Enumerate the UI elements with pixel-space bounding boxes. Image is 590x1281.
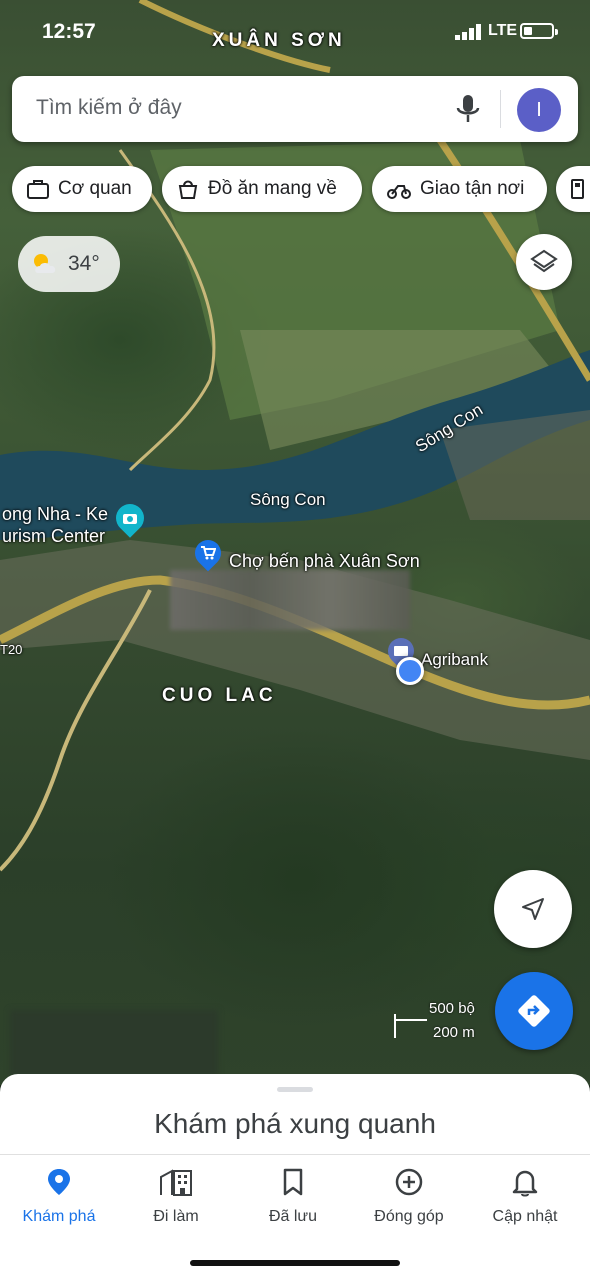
weather-temp: 34° <box>68 252 100 275</box>
nav-label: Đóng góp <box>374 1208 444 1225</box>
layers-button[interactable] <box>516 234 572 290</box>
map-label-market[interactable]: Chợ bến phà Xuân Sơn <box>229 551 420 572</box>
blurred-logo-area <box>10 1010 218 1076</box>
bookmark-icon <box>283 1168 303 1196</box>
chip-label: Giao tận nơi <box>420 178 525 199</box>
nav-da-luu[interactable]: Đã lưu <box>234 1167 352 1226</box>
status-time: 12:57 <box>42 20 96 43</box>
status-bar: 12:57 LTE <box>0 18 590 48</box>
scale-bar <box>394 1014 427 1038</box>
delivery-icon <box>387 185 411 199</box>
explore-pin-icon <box>48 1169 70 1195</box>
chip-co-quan[interactable]: Cơ quan <box>12 166 152 212</box>
map-label-tourism[interactable]: ong Nha - Ke <box>2 504 108 525</box>
nav-dong-gop[interactable]: Đóng góp <box>350 1167 468 1226</box>
chip-do-an-mang-ve[interactable]: Đồ ăn mang về <box>162 166 362 212</box>
scale-top-label: 500 bộ <box>429 1000 475 1017</box>
microphone-icon[interactable] <box>453 93 483 125</box>
nav-cap-nhat[interactable]: Cập nhật <box>466 1167 584 1226</box>
map-scale: 500 bộ 200 m <box>393 1000 483 1044</box>
map-label-road: T20 <box>0 642 23 657</box>
avatar[interactable]: I <box>517 88 561 132</box>
divider <box>500 90 501 128</box>
signal-icon <box>455 24 481 40</box>
chip-label: Cơ quan <box>58 178 132 199</box>
chip-label: Đồ ăn mang về <box>208 178 337 199</box>
layers-icon <box>530 249 558 273</box>
add-circle-icon <box>395 1168 423 1196</box>
nav-label: Đã lưu <box>268 1208 318 1225</box>
battery-icon <box>520 23 558 39</box>
search-bar[interactable]: Tìm kiếm ở đây I <box>12 76 578 142</box>
scale-bottom-label: 200 m <box>433 1024 475 1041</box>
directions-button[interactable] <box>495 972 573 1050</box>
sheet-handle[interactable] <box>277 1087 313 1092</box>
partly-cloudy-icon <box>34 254 56 273</box>
briefcase-icon <box>27 180 49 199</box>
bell-icon <box>512 1170 538 1197</box>
navigation-arrow-icon <box>522 898 544 920</box>
my-location-button[interactable] <box>494 870 572 948</box>
map-label-area-bottom: CUO LAC <box>162 685 277 706</box>
map-label-bank[interactable]: Agribank <box>421 650 488 670</box>
blurred-area <box>170 570 410 630</box>
nav-di-lam[interactable]: Đi làm <box>117 1167 235 1226</box>
map-label-river: Sông Con <box>250 490 326 509</box>
directions-icon <box>518 995 550 1027</box>
current-location-dot <box>396 657 424 685</box>
home-indicator[interactable] <box>190 1260 400 1266</box>
takeout-icon <box>178 180 198 199</box>
nav-label: Cập nhật <box>492 1208 558 1225</box>
commute-icon <box>160 1169 192 1196</box>
weather-badge[interactable]: 34° <box>18 236 120 292</box>
nav-label: Khám phá <box>22 1208 96 1225</box>
chip-giao-tan-noi[interactable]: Giao tận nơi <box>372 166 547 212</box>
map-label-tourism[interactable]: urism Center <box>2 526 105 547</box>
nav-kham-pha[interactable]: Khám phá <box>0 1167 118 1226</box>
network-type: LTE <box>488 22 518 39</box>
gas-station-icon <box>571 179 584 199</box>
search-input[interactable]: Tìm kiếm ở đây <box>36 96 182 120</box>
sheet-title[interactable]: Khám phá xung quanh <box>0 1108 590 1140</box>
nav-label: Đi làm <box>153 1208 199 1225</box>
